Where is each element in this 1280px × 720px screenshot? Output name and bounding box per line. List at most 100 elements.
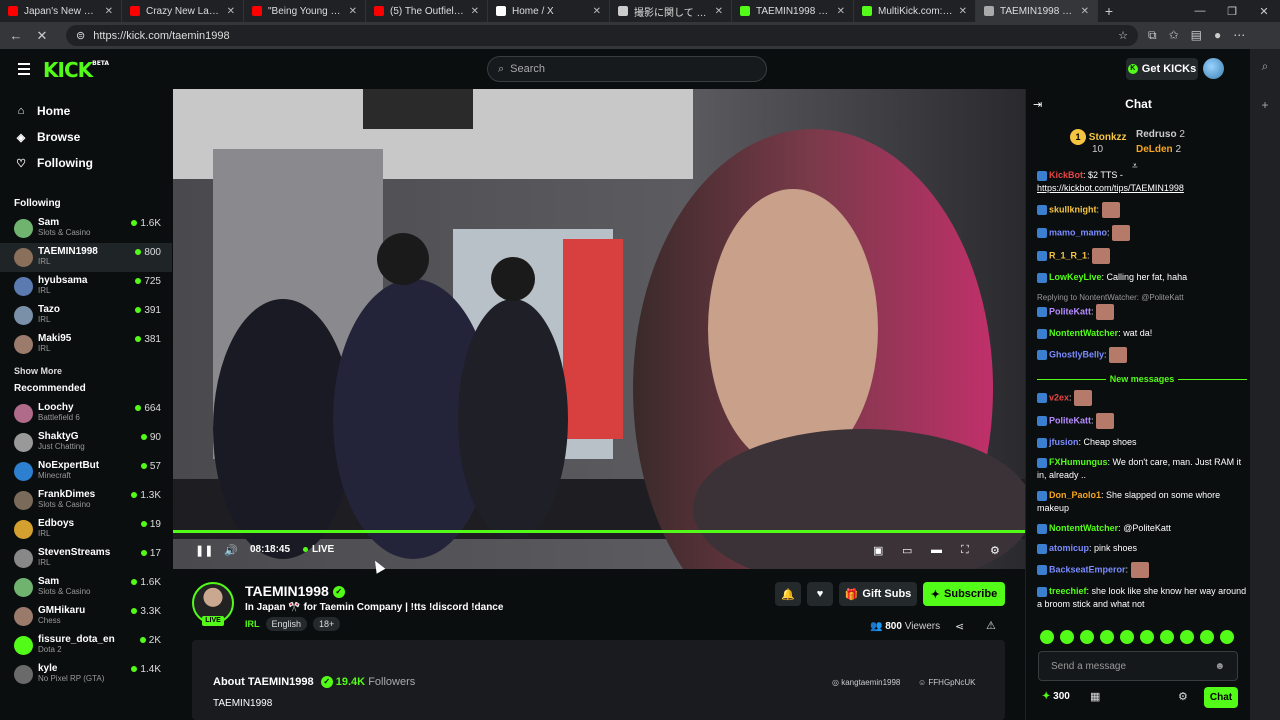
sidebar-channel-noexpertbut[interactable]: NoExpertBut Minecraft 57	[0, 457, 172, 486]
search-input[interactable]: ⌕ Search	[487, 56, 767, 82]
browser-tab[interactable]: TAEMIN1998 - Watch ✕	[732, 0, 854, 22]
quick-emote-icon[interactable]	[1040, 630, 1054, 644]
new-messages-divider[interactable]: New messages	[1037, 370, 1247, 384]
sidebar-channel-maki95[interactable]: Maki95 IRL 381	[0, 330, 172, 359]
sidebar-channel-frankdimes[interactable]: FrankDimes Slots & Casino 1.3K	[0, 486, 172, 515]
chat-link[interactable]: https://kickbot.com/tips/TAEMIN1998	[1037, 182, 1247, 195]
tag-language[interactable]: English	[265, 617, 308, 631]
sidebar-channel-sam[interactable]: Sam Slots & Casino 1.6K	[0, 573, 172, 602]
tab-close-icon[interactable]: ✕	[593, 6, 601, 17]
chat-username[interactable]: BackseatEmperor	[1049, 564, 1126, 574]
menu-icon[interactable]	[18, 63, 30, 78]
volume-icon[interactable]: 🔊	[224, 544, 238, 557]
profile-icon[interactable]: ●	[1214, 28, 1221, 43]
sidebar-channel-shaktyg[interactable]: ShaktyG Just Chatting 90	[0, 428, 172, 457]
pause-icon[interactable]: ❚❚	[195, 544, 213, 557]
gift-subs-button[interactable]: 🎁 Gift Subs	[839, 582, 917, 606]
fullscreen-icon[interactable]: ⛶	[961, 544, 969, 557]
theater-icon[interactable]: ▭	[902, 544, 912, 557]
browser-tab[interactable]: Japan's New Problem: ✕	[0, 0, 122, 22]
sidebar-channel-taemin1998[interactable]: TAEMIN1998 IRL 800	[0, 243, 172, 272]
notify-button[interactable]: 🔔	[775, 582, 801, 606]
browser-tab[interactable]: TAEMIN1998 Stre ✕	[976, 0, 1098, 22]
more-icon[interactable]: ⋯	[1233, 28, 1245, 43]
chat-username[interactable]: KickBot	[1049, 170, 1083, 180]
user-avatar[interactable]	[1203, 58, 1224, 79]
sidebar-channel-edboys[interactable]: Edboys IRL 19	[0, 515, 172, 544]
url-field[interactable]: ⊜ https://kick.com/taemin1998 ☆	[66, 25, 1138, 46]
browser-tab[interactable]: 撮影に関して | 新宿ゴール ✕	[610, 0, 732, 22]
sidebar-channel-hyubsama[interactable]: hyubsama IRL 725	[0, 272, 172, 301]
chat-username[interactable]: treechief	[1049, 586, 1087, 596]
browser-tab[interactable]: MultiKick.com: W ✕	[854, 0, 976, 22]
wide-icon[interactable]: ▬	[931, 544, 942, 556]
leaderboard-first[interactable]: 1 Stonkzz	[1070, 129, 1127, 145]
nav-browse[interactable]: ◈ Browse	[0, 124, 172, 150]
new-tab-icon[interactable]: +	[1098, 3, 1120, 19]
emoji-icon[interactable]: ☻	[1214, 661, 1225, 672]
browser-tab[interactable]: Crazy New Law in Japa ✕	[122, 0, 244, 22]
quick-emote-icon[interactable]	[1220, 630, 1234, 644]
close-window-icon[interactable]: ✕	[1248, 5, 1280, 18]
chat-input[interactable]: Send a message ☻	[1038, 651, 1238, 681]
chat-username[interactable]: Don_Paolo1	[1049, 490, 1101, 500]
quick-emote-icon[interactable]	[1160, 630, 1174, 644]
back-icon[interactable]: ←	[8, 28, 24, 43]
tab-close-icon[interactable]: ✕	[715, 6, 723, 17]
tab-close-icon[interactable]: ✕	[959, 6, 967, 17]
category-link[interactable]: IRL	[245, 619, 260, 629]
tab-close-icon[interactable]: ✕	[105, 6, 113, 17]
share-icon[interactable]: ⋖	[955, 620, 964, 633]
nav-home[interactable]: ⌂ Home	[0, 98, 172, 124]
sidebar-search-icon[interactable]: ⌕	[1262, 59, 1269, 74]
chat-username[interactable]: mamo_mamo	[1049, 227, 1107, 237]
rewards-icon[interactable]: ▦	[1090, 690, 1100, 703]
chat-username[interactable]: atomicup	[1049, 543, 1089, 553]
follow-button[interactable]: ♥	[807, 582, 833, 606]
nav-following[interactable]: ♡ Following	[0, 150, 172, 176]
quick-emote-icon[interactable]	[1120, 630, 1134, 644]
chat-username[interactable]: LowKeyLive	[1049, 272, 1102, 282]
channel-name[interactable]: TAEMIN1998 ✓	[245, 583, 345, 599]
maximize-icon[interactable]: ❐	[1216, 5, 1248, 18]
tag-mature[interactable]: 18+	[313, 617, 341, 631]
browser-tab[interactable]: Home / X ✕	[488, 0, 610, 22]
subscribe-button[interactable]: ✦ Subscribe	[923, 582, 1005, 606]
points-display[interactable]: ✦ 300	[1042, 691, 1070, 702]
tab-close-icon[interactable]: ✕	[1081, 6, 1089, 17]
miniplayer-icon[interactable]: ▣	[873, 544, 883, 557]
chat-username[interactable]: jfusion	[1049, 437, 1079, 447]
reload-icon[interactable]: ✕	[34, 28, 50, 44]
stream-progress-bar[interactable]	[173, 530, 1025, 533]
browser-tab[interactable]: "Being Young and Bas ✕	[244, 0, 366, 22]
tab-close-icon[interactable]: ✕	[837, 6, 845, 17]
star-icon[interactable]: ☆	[1118, 29, 1128, 42]
kick-logo[interactable]: KICKBETA	[43, 58, 109, 82]
quick-emote-icon[interactable]	[1140, 630, 1154, 644]
instagram-link[interactable]: ◎ kangtaemin1998	[832, 678, 900, 687]
chat-username[interactable]: NontentWatcher	[1049, 523, 1118, 533]
browser-tab[interactable]: (5) The Outfield - ✕	[366, 0, 488, 22]
quick-emote-icon[interactable]	[1100, 630, 1114, 644]
chat-username[interactable]: PoliteKatt	[1049, 306, 1091, 316]
chat-settings-icon[interactable]: ⚙	[1178, 690, 1188, 703]
tab-close-icon[interactable]: ✕	[471, 6, 479, 17]
sidebar-channel-kyle[interactable]: kyle No Pixel RP (GTA) 1.4K	[0, 660, 172, 689]
sidebar-channel-fissure-dota-en[interactable]: fissure_dota_en Dota 2 2K	[0, 631, 172, 660]
tab-close-icon[interactable]: ✕	[349, 6, 357, 17]
chat-username[interactable]: v2ex	[1049, 392, 1069, 402]
sidebar-add-icon[interactable]: +	[1261, 98, 1268, 112]
quick-emote-icon[interactable]	[1080, 630, 1094, 644]
send-chat-button[interactable]: Chat	[1204, 687, 1238, 708]
chat-username[interactable]: FXHumungus	[1049, 457, 1108, 467]
sidebar-channel-stevenstreams[interactable]: StevenStreams IRL 17	[0, 544, 172, 573]
report-icon[interactable]: ⚠	[986, 619, 996, 632]
tab-close-icon[interactable]: ✕	[227, 6, 235, 17]
sidebar-channel-tazo[interactable]: Tazo IRL 391	[0, 301, 172, 330]
discord-link[interactable]: ☺ FFHGpNcUK	[918, 678, 976, 687]
show-more-button[interactable]: Show More	[0, 359, 172, 383]
site-info-icon[interactable]: ⊜	[76, 29, 85, 42]
quick-emote-icon[interactable]	[1200, 630, 1214, 644]
chat-username[interactable]: skullknight	[1049, 204, 1097, 214]
favorites-icon[interactable]: ✩	[1169, 28, 1179, 43]
